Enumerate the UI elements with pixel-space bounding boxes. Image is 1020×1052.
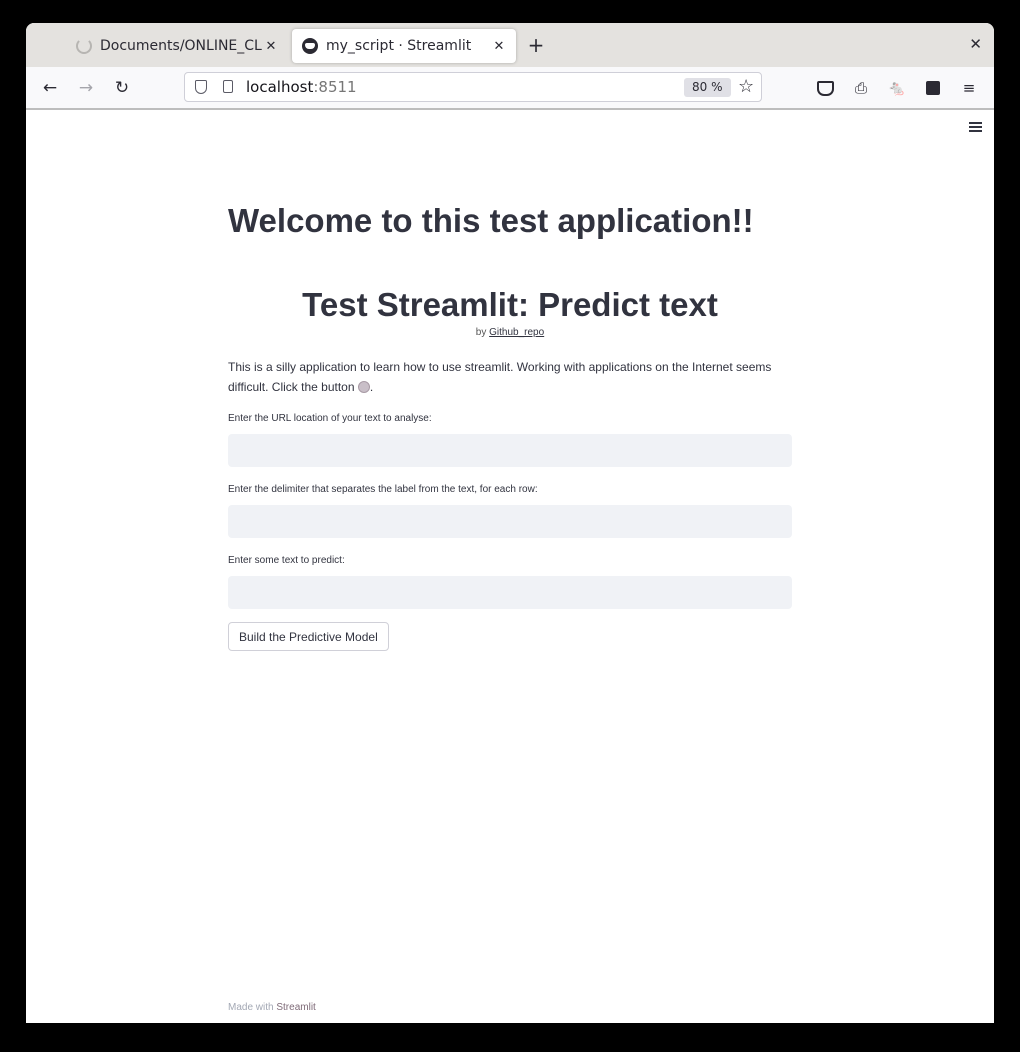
loading-spinner-icon [76, 38, 92, 54]
cookie-emoji-icon [357, 381, 370, 393]
byline-prefix: by [475, 327, 490, 338]
print-icon[interactable]: ⎙ [850, 77, 872, 99]
reload-icon[interactable]: ↻ [110, 76, 134, 100]
close-tab-icon[interactable]: ✕ [490, 39, 508, 54]
app-subtitle: Test Streamlit: Predict text [302, 286, 718, 323]
github-repo-link[interactable]: Github_repo [489, 327, 544, 338]
delimiter-input[interactable] [228, 505, 792, 538]
tab-strip: Documents/ONLINE_CLA ✕ my_script · Strea… [26, 23, 994, 67]
byline: by Github_repo [228, 327, 792, 338]
shield-icon[interactable] [195, 80, 207, 94]
page-title: Welcome to this test application!! [228, 202, 754, 239]
footer-prefix: Made with [228, 1002, 277, 1013]
navigation-bar: ← → ↻ localhost:8511 80 % ☆ ⎙ 🐁 ≡ [26, 67, 994, 110]
bookmark-star-icon[interactable]: ☆ [738, 76, 754, 97]
predict-text-input-label: Enter some text to predict: [228, 555, 345, 566]
back-arrow-icon[interactable]: ← [38, 76, 62, 100]
app-menu-icon[interactable] [969, 122, 982, 134]
delimiter-input-label: Enter the delimiter that separates the l… [228, 484, 538, 495]
build-model-button[interactable]: Build the Predictive Model [228, 622, 389, 651]
pocket-icon[interactable] [814, 77, 836, 99]
streamlit-favicon-icon [302, 38, 318, 54]
zoom-level-badge[interactable]: 80 % [684, 78, 731, 97]
streamlit-page: Welcome to this test application!! Test … [26, 110, 994, 1023]
description-end: . [369, 380, 374, 394]
window-close-button[interactable]: ✕ [969, 35, 982, 53]
tab-label: Documents/ONLINE_CLA [100, 38, 262, 54]
url-port: :8511 [313, 78, 357, 96]
browser-window: Documents/ONLINE_CLA ✕ my_script · Strea… [26, 23, 994, 1023]
url-bar[interactable]: localhost:8511 80 % ☆ [184, 72, 762, 102]
url-input-label: Enter the URL location of your text to a… [228, 413, 432, 424]
new-tab-button[interactable]: + [524, 35, 548, 55]
tab-label: my_script · Streamlit [326, 38, 472, 54]
close-tab-icon[interactable]: ✕ [262, 39, 280, 54]
tab-documents[interactable]: Documents/ONLINE_CLA ✕ [64, 29, 288, 63]
hamburger-menu-icon[interactable]: ≡ [958, 77, 980, 99]
page-info-icon[interactable] [223, 80, 233, 93]
extension-icon[interactable] [922, 77, 944, 99]
url-host: localhost [246, 78, 314, 96]
url-text[interactable]: localhost:8511 [246, 78, 357, 96]
forward-arrow-icon[interactable]: → [74, 76, 98, 100]
description-text: This is a silly application to learn how… [228, 360, 772, 394]
description-paragraph: This is a silly application to learn how… [228, 357, 792, 397]
url-input[interactable] [228, 434, 792, 467]
footer: Made with Streamlit [228, 1002, 316, 1013]
predict-text-input[interactable] [228, 576, 792, 609]
streamlit-link[interactable]: Streamlit [276, 1002, 315, 1013]
extension-mouse-icon[interactable]: 🐁 [886, 77, 908, 99]
tab-my-script[interactable]: my_script · Streamlit ✕ [292, 29, 516, 63]
